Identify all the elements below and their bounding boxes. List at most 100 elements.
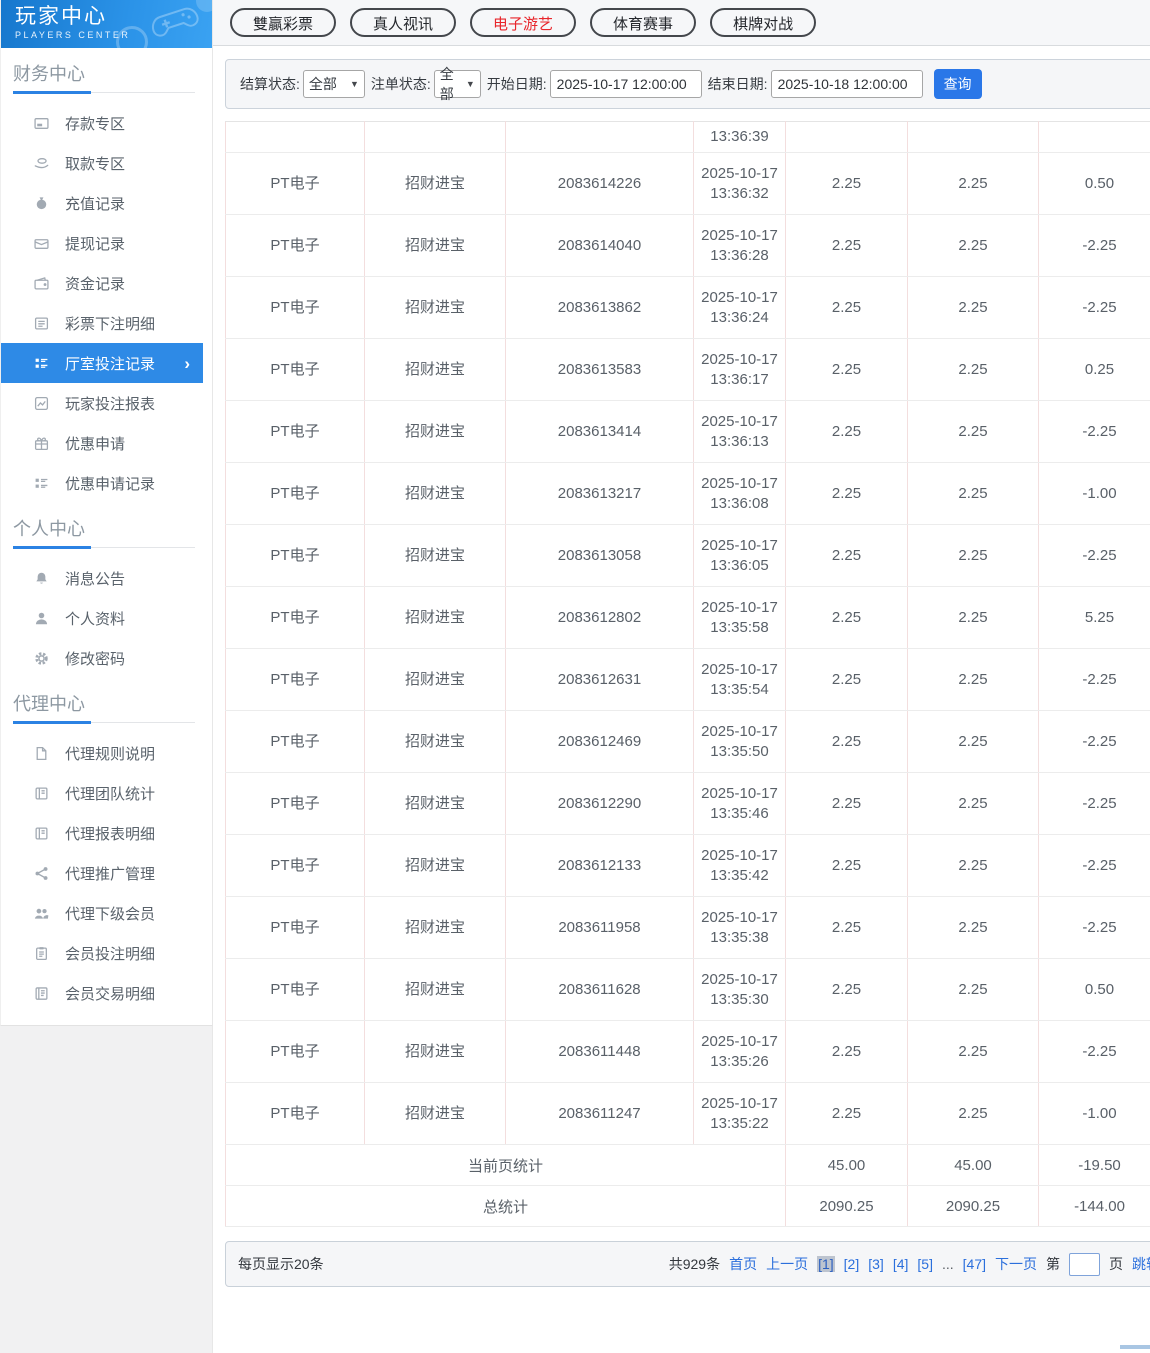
- cell-order-no: [505, 121, 694, 153]
- table-row: PT电子 招财进宝 2083613414 2025-10-17 13:36:13 2.25…: [225, 400, 1150, 463]
- jump-prefix-label: 第: [1046, 1256, 1060, 1272]
- page-link-1[interactable]: [1]: [817, 1256, 835, 1272]
- first-page-link[interactable]: 首页: [729, 1254, 757, 1274]
- jump-button[interactable]: 跳转: [1132, 1254, 1150, 1274]
- summary-winloss: -19.50: [1038, 1144, 1150, 1186]
- page-links: [1] [2] [3] [4] [5]... [47]: [817, 1256, 986, 1272]
- sidebar-item[interactable]: 彩票下注明细: [1, 303, 203, 343]
- cell-platform: PT电子: [225, 710, 365, 773]
- cell-platform: PT电子: [225, 214, 365, 277]
- sidebar-item[interactable]: 代理下级会员: [1, 893, 203, 933]
- cell-bet: 2.25: [785, 152, 908, 215]
- start-date-input[interactable]: [549, 70, 702, 98]
- sidebar-item-label: 取款专区: [65, 155, 126, 173]
- cell-bet: 2.25: [785, 772, 908, 835]
- sidebar-item[interactable]: 会员投注明细: [1, 933, 203, 973]
- cell-platform: PT电子: [225, 152, 365, 215]
- query-button[interactable]: 查询: [933, 69, 982, 99]
- gamepad-icon: [148, 2, 206, 47]
- cell-game: 招财进宝: [364, 214, 506, 277]
- sidebar-item-label: 代理规则说明: [65, 745, 156, 763]
- cell-game: 招财进宝: [364, 462, 506, 525]
- cell-winloss: -2.25: [1038, 524, 1150, 587]
- cell-game: 招财进宝: [364, 834, 506, 897]
- sidebar-item[interactable]: 代理报表明细: [1, 813, 203, 853]
- cell-platform: PT电子: [225, 648, 365, 711]
- sidebar-item[interactable]: 存款专区: [1, 103, 203, 143]
- sidebar-lower-background: [0, 1026, 213, 1353]
- clipboard-icon: [34, 946, 49, 961]
- sidebar-item[interactable]: 代理推广管理: [1, 853, 203, 893]
- page-link-2[interactable]: [2]: [844, 1256, 860, 1272]
- cell-datetime: 2025-10-17 13:36:32: [693, 152, 786, 215]
- order-status-value: 全部: [439, 66, 454, 102]
- tab-雙贏彩票[interactable]: 雙贏彩票: [230, 8, 337, 37]
- cell-winloss: -2.25: [1038, 276, 1150, 339]
- cell-order-no: 2083612469: [505, 710, 694, 773]
- sidebar-item[interactable]: 玩家投注报表: [1, 383, 203, 423]
- table-row: PT电子 招财进宝 2083614226 2025-10-17 13:36:32 2.25…: [225, 152, 1150, 215]
- sidebar-panel: 玩家中心 PLAYERS CENTER 财务中心 存款专区 取款专区 充值记录 提现记录…: [0, 0, 213, 1026]
- sidebar-item[interactable]: 会员交易明细: [1, 973, 203, 1013]
- order-status-select[interactable]: 全部 ▼: [433, 66, 481, 102]
- page-link-47[interactable]: [47]: [963, 1256, 986, 1272]
- cell-valid: 2.25: [907, 1020, 1039, 1083]
- cell-game: 招财进宝: [364, 586, 506, 649]
- sidebar-item-label: 代理下级会员: [65, 905, 156, 923]
- sidebar-item[interactable]: 个人资料: [1, 598, 203, 638]
- prev-page-link[interactable]: 上一页: [766, 1254, 808, 1274]
- sidebar-item-label: 会员交易明细: [65, 985, 156, 1003]
- summary-bet: 2090.25: [785, 1185, 908, 1227]
- cell-order-no: 2083611958: [505, 896, 694, 959]
- sidebar-item[interactable]: 修改密码: [1, 638, 203, 678]
- sidebar-item[interactable]: 厅室投注记录 ›: [1, 343, 203, 383]
- cell-order-no: 2083613217: [505, 462, 694, 525]
- table-row: PT电子 招财进宝 2083613862 2025-10-17 13:36:24 2.25…: [225, 276, 1150, 339]
- page-link-4[interactable]: [4]: [893, 1256, 909, 1272]
- summary-valid: 2090.25: [907, 1185, 1039, 1227]
- sidebar-item[interactable]: 消息公告: [1, 558, 203, 598]
- cell-platform: PT电子: [225, 462, 365, 525]
- section-title: 个人中心: [13, 519, 85, 539]
- cell-bet: [785, 121, 908, 153]
- section-underline: [13, 721, 195, 724]
- cell-platform: PT电子: [225, 524, 365, 587]
- page-link-5[interactable]: [5]: [917, 1256, 933, 1272]
- jump-page-input[interactable]: [1069, 1252, 1100, 1276]
- cell-valid: 2.25: [907, 214, 1039, 277]
- sidebar-item[interactable]: 充值记录: [1, 183, 203, 223]
- cell-valid: 2.25: [907, 958, 1039, 1021]
- tab-电子游艺[interactable]: 电子游艺: [470, 8, 577, 37]
- cell-bet: 2.25: [785, 648, 908, 711]
- tab-体育赛事[interactable]: 体育赛事: [590, 8, 697, 37]
- cell-datetime: 2025-10-17 13:36:28: [693, 214, 786, 277]
- sidebar-item[interactable]: 资金记录: [1, 263, 203, 303]
- sidebar-item[interactable]: 优惠申请: [1, 423, 203, 463]
- sidebar-item[interactable]: 优惠申请记录: [1, 463, 203, 503]
- cell-game: 招财进宝: [364, 338, 506, 401]
- sidebar-item[interactable]: 取款专区: [1, 143, 203, 183]
- sidebar-item-label: 代理推广管理: [65, 865, 156, 883]
- cell-valid: 2.25: [907, 276, 1039, 339]
- table-row: PT电子 招财进宝 2083612290 2025-10-17 13:35:46 2.25…: [225, 772, 1150, 835]
- sidebar-item-label: 优惠申请: [65, 435, 126, 453]
- cell-order-no: 2083613583: [505, 338, 694, 401]
- sidebar-item[interactable]: 代理团队统计: [1, 773, 203, 813]
- sidebar-item[interactable]: 提现记录: [1, 223, 203, 263]
- tab-真人视讯[interactable]: 真人视讯: [350, 8, 457, 37]
- cell-platform: PT电子: [225, 896, 365, 959]
- page-link-3[interactable]: [3]: [868, 1256, 884, 1272]
- cell-winloss: -2.25: [1038, 214, 1150, 277]
- next-page-link[interactable]: 下一页: [995, 1254, 1037, 1274]
- cell-platform: PT电子: [225, 338, 365, 401]
- settle-status-select[interactable]: 全部 ▼: [302, 70, 365, 98]
- bell-icon: [34, 571, 49, 586]
- cell-winloss: -1.00: [1038, 462, 1150, 525]
- end-date-input[interactable]: [770, 70, 923, 98]
- table-summary-row: 当前页统计 45.00 45.00 -19.50: [225, 1144, 1150, 1186]
- cell-order-no: 2083612290: [505, 772, 694, 835]
- app-root: 玩家中心 PLAYERS CENTER 财务中心 存款专区 取款专区 充值记录 提现记录…: [0, 0, 1150, 1353]
- settle-status-value: 全部: [308, 76, 337, 92]
- tab-棋牌对战[interactable]: 棋牌对战: [710, 8, 817, 37]
- sidebar-item[interactable]: 代理规则说明: [1, 733, 203, 773]
